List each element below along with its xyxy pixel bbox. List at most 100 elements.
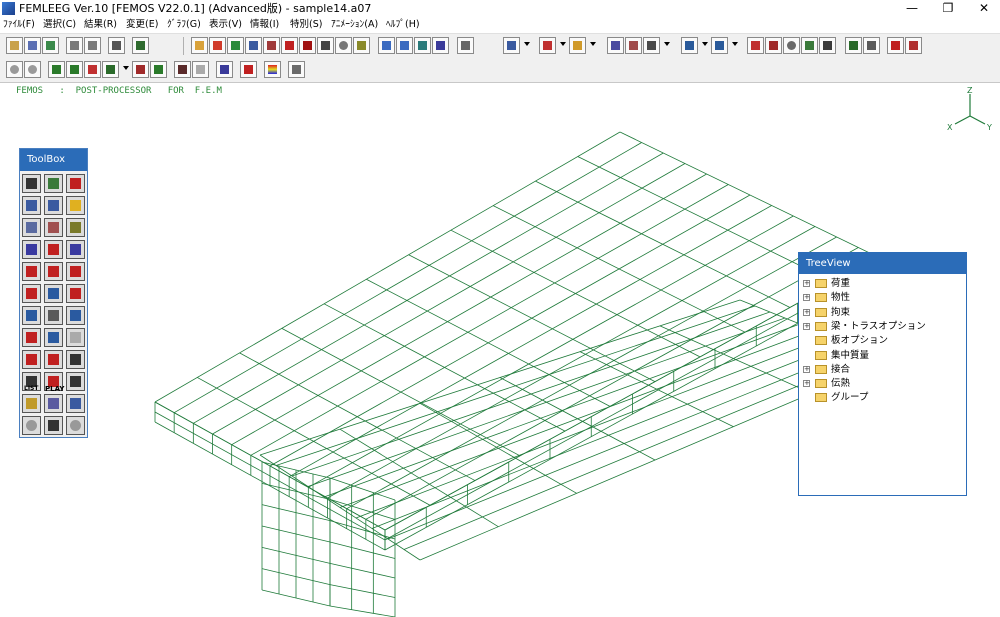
axis-icon[interactable] xyxy=(216,61,233,78)
select-dropdown-icon[interactable] xyxy=(664,42,670,46)
select-element-icon[interactable] xyxy=(625,37,642,54)
display-mode-dropdown-icon[interactable] xyxy=(524,42,530,46)
car-view2-icon[interactable] xyxy=(66,61,83,78)
layer-down-icon[interactable] xyxy=(84,37,101,54)
mirror-icon[interactable] xyxy=(22,174,41,193)
expand-toggle-icon[interactable]: + xyxy=(803,365,810,373)
color-mode-dropdown-icon[interactable] xyxy=(560,42,566,46)
shade-mode-icon[interactable] xyxy=(569,37,586,54)
mark-clear-icon[interactable] xyxy=(905,37,922,54)
copy-model-icon[interactable] xyxy=(24,37,41,54)
expand-toggle-icon[interactable]: + xyxy=(803,280,810,287)
bookmark-icon[interactable] xyxy=(240,61,257,78)
stress-icon[interactable] xyxy=(863,37,880,54)
car-view-icon[interactable] xyxy=(48,61,65,78)
undo-icon[interactable] xyxy=(6,61,23,78)
axis-yx-icon[interactable] xyxy=(22,240,41,259)
brush-icon[interactable] xyxy=(132,61,149,78)
print-icon[interactable] xyxy=(108,37,125,54)
close-button[interactable]: ✕ xyxy=(968,0,1000,17)
menu-file[interactable]: ﾌｧｲﾙ(F) xyxy=(3,17,35,33)
select-node-icon[interactable] xyxy=(607,37,624,54)
arrow-up-icon[interactable] xyxy=(44,284,63,303)
pen-icon[interactable] xyxy=(66,394,85,413)
mesh-fit-icon[interactable] xyxy=(801,37,818,54)
color-scale-icon[interactable] xyxy=(264,61,281,78)
view-pan-dropdown-icon[interactable] xyxy=(732,42,738,46)
paint-icon[interactable] xyxy=(747,37,764,54)
render-icon[interactable] xyxy=(765,37,782,54)
zoom-window-icon[interactable] xyxy=(66,350,85,369)
plus-minus-icon[interactable] xyxy=(66,284,85,303)
palette-icon[interactable] xyxy=(44,416,63,435)
move-icon[interactable] xyxy=(44,306,63,325)
undo-round-icon[interactable] xyxy=(22,416,41,435)
menu-graph[interactable]: ｸﾞﾗﾌ(G) xyxy=(167,17,201,33)
open-file-icon[interactable] xyxy=(6,37,23,54)
menu-help[interactable]: ﾍﾙﾌﾟ(H) xyxy=(386,17,420,33)
move-cross-icon[interactable] xyxy=(44,350,63,369)
vector-icon[interactable] xyxy=(299,37,316,54)
spring-icon[interactable] xyxy=(457,37,474,54)
graph-scatter-icon[interactable] xyxy=(414,37,431,54)
maximize-button[interactable]: ❐ xyxy=(932,0,964,17)
graph-wave-icon[interactable] xyxy=(396,37,413,54)
menu-animation[interactable]: ｱﾆﾒｰｼｮﾝ(A) xyxy=(331,17,378,33)
arrow-icon[interactable] xyxy=(281,37,298,54)
angle-icon[interactable] xyxy=(22,284,41,303)
minimize-button[interactable]: — xyxy=(896,0,928,17)
brush2-icon[interactable] xyxy=(150,61,167,78)
reset-disabled-icon[interactable] xyxy=(66,328,85,347)
menu-result[interactable]: 結果(R) xyxy=(84,17,117,33)
display-mode-icon[interactable] xyxy=(503,37,520,54)
layer-up-icon[interactable] xyxy=(66,37,83,54)
printer-icon[interactable] xyxy=(66,372,85,391)
view-rotate-icon[interactable] xyxy=(681,37,698,54)
expand-toggle-icon[interactable]: + xyxy=(803,322,810,330)
frame-view-icon[interactable] xyxy=(191,37,208,54)
mesh-node-icon[interactable] xyxy=(819,37,836,54)
view-rotate-dropdown-icon[interactable] xyxy=(702,42,708,46)
pointer-icon[interactable] xyxy=(174,61,191,78)
pointer-disabled-icon[interactable] xyxy=(192,61,209,78)
rotate-x-icon[interactable] xyxy=(22,262,41,281)
contour-icon[interactable] xyxy=(209,37,226,54)
model-tree-icon[interactable] xyxy=(42,37,59,54)
axis-zy-icon[interactable] xyxy=(66,240,85,259)
menu-special[interactable]: 特別(S) xyxy=(290,17,322,33)
select-region-icon[interactable] xyxy=(643,37,660,54)
edit-element-icon[interactable] xyxy=(44,218,63,237)
window-fit-icon[interactable] xyxy=(845,37,862,54)
copy-element-icon[interactable] xyxy=(22,196,41,215)
expand-toggle-icon[interactable]: + xyxy=(803,380,810,388)
label-icon[interactable] xyxy=(317,37,334,54)
grid-view-icon[interactable] xyxy=(245,37,262,54)
line-icon[interactable] xyxy=(353,37,370,54)
zoom-icon[interactable] xyxy=(783,37,800,54)
menu-select[interactable]: 選択(C) xyxy=(43,17,76,33)
export-icon[interactable] xyxy=(132,37,149,54)
treeview-title[interactable]: TreeView xyxy=(799,253,966,274)
arrow-down-icon[interactable] xyxy=(44,328,63,347)
duplicate-icon[interactable] xyxy=(22,218,41,237)
rotate-y-icon[interactable] xyxy=(66,262,85,281)
yellow-box-icon[interactable] xyxy=(66,196,85,215)
expand-toggle-icon[interactable]: + xyxy=(803,294,810,302)
move-element-icon[interactable] xyxy=(44,196,63,215)
graph-bar-icon[interactable] xyxy=(432,37,449,54)
grid-select-icon[interactable] xyxy=(84,61,101,78)
shape-icon[interactable] xyxy=(22,394,41,413)
pan-icon[interactable] xyxy=(22,350,41,369)
view-pan-icon[interactable] xyxy=(711,37,728,54)
expand-toggle-icon[interactable]: + xyxy=(803,308,810,316)
axis-zx-icon[interactable] xyxy=(44,240,63,259)
shade-mode-dropdown-icon[interactable] xyxy=(590,42,596,46)
menu-info[interactable]: 情報(I) xyxy=(250,17,279,33)
arrow-left-icon[interactable] xyxy=(22,306,41,325)
hatch-icon[interactable] xyxy=(44,394,63,413)
rotate-z-icon[interactable] xyxy=(44,262,63,281)
color-mode-icon[interactable] xyxy=(539,37,556,54)
reset-view-icon[interactable] xyxy=(22,328,41,347)
arrow-right-icon[interactable] xyxy=(66,306,85,325)
menu-change[interactable]: 変更(E) xyxy=(126,17,158,33)
